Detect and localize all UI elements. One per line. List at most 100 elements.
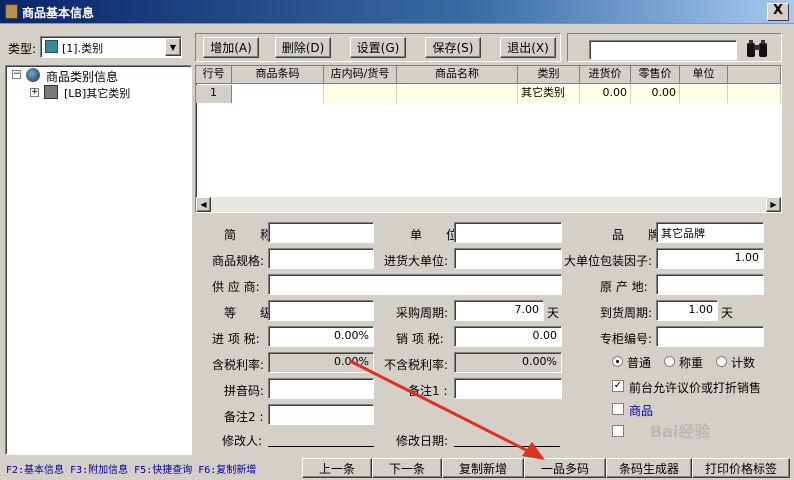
radio-normal[interactable] bbox=[612, 356, 623, 367]
grid-header-category[interactable]: 类别 bbox=[518, 66, 580, 84]
modifier-line bbox=[268, 446, 374, 447]
grid-cell-extra[interactable] bbox=[728, 85, 781, 103]
note1-input[interactable] bbox=[454, 378, 562, 399]
save-button[interactable]: 保存(S) bbox=[425, 37, 481, 58]
goods-flag-label[interactable]: 商品 bbox=[629, 402, 653, 419]
type-value: [1].类别 bbox=[62, 42, 104, 55]
grid-header-code[interactable]: 店内码/货号 bbox=[324, 66, 397, 84]
spec-label: 商品规格: bbox=[212, 254, 265, 268]
goods-flag-checkbox[interactable] bbox=[612, 403, 624, 415]
grid-header-name[interactable]: 商品名称 bbox=[397, 66, 518, 84]
grid-cell-sell[interactable]: 0.00 bbox=[631, 85, 680, 103]
pinyin-label: 拼音码: bbox=[224, 384, 265, 398]
binoculars-icon[interactable] bbox=[745, 39, 769, 59]
expand-icon[interactable]: + bbox=[30, 88, 39, 97]
grid-header-rowno[interactable]: 行号 bbox=[196, 66, 232, 84]
status-bar: F2:基本信息 F3:附加信息 F5:快捷查询 F6:复制新增 上一条 下一条 … bbox=[0, 456, 794, 480]
allow-discount-checkbox[interactable]: ✓ bbox=[612, 380, 624, 392]
scroll-left-icon[interactable]: ◀ bbox=[196, 197, 211, 212]
grid-cell-rowno[interactable]: 1 bbox=[196, 85, 232, 103]
purchase-cycle-input[interactable]: 7.00 bbox=[454, 300, 544, 321]
input-tax-input[interactable]: 0.00% bbox=[268, 326, 374, 347]
grid-cell-buy[interactable]: 0.00 bbox=[580, 85, 631, 103]
buy-big-unit-label: 进货大单位: bbox=[384, 254, 449, 268]
grid-cell-category[interactable]: 其它类别 bbox=[518, 85, 580, 103]
buy-big-unit-input[interactable] bbox=[454, 248, 562, 269]
radio-weight[interactable] bbox=[664, 356, 675, 367]
type-label: 类型: bbox=[8, 42, 37, 56]
output-tax-input[interactable]: 0.00 bbox=[454, 326, 562, 347]
shortcut-hints: F2:基本信息 F3:附加信息 F5:快捷查询 F6:复制新增 bbox=[6, 465, 257, 476]
exit-button[interactable]: 退出(X) bbox=[500, 37, 556, 58]
counter-no-label: 专柜编号: bbox=[600, 332, 653, 346]
pack-factor-label: 大单位包装因子: bbox=[564, 254, 653, 268]
arrival-cycle-input[interactable]: 1.00 bbox=[656, 300, 718, 321]
horizontal-scrollbar[interactable]: ◀ ▶ bbox=[196, 197, 781, 212]
next-button[interactable]: 下一条 bbox=[372, 458, 442, 478]
purchase-cycle-unit: 天 bbox=[547, 306, 560, 320]
delete-button[interactable]: 删除(D) bbox=[275, 37, 331, 58]
grid-cell-code[interactable] bbox=[324, 85, 397, 103]
notax-margin-field: 0.00% bbox=[454, 352, 562, 373]
radio-count-label[interactable]: 计数 bbox=[731, 354, 755, 371]
grid-header-extra bbox=[728, 66, 781, 84]
origin-input[interactable] bbox=[656, 274, 764, 295]
grid-header-unit[interactable]: 单位 bbox=[680, 66, 728, 84]
modified-date-line bbox=[454, 446, 560, 447]
grid-cell-barcode[interactable] bbox=[232, 85, 324, 103]
grid-header-sell[interactable]: 零售价 bbox=[631, 66, 680, 84]
grid-header-buy[interactable]: 进货价 bbox=[580, 66, 631, 84]
print-label-button[interactable]: 打印价格标签 bbox=[692, 458, 790, 478]
category-icon bbox=[45, 40, 58, 53]
counter-no-input[interactable] bbox=[656, 326, 764, 347]
extra-checkbox[interactable] bbox=[612, 425, 624, 437]
grade-input[interactable] bbox=[268, 300, 374, 321]
title-bar: 商品基本信息 bbox=[0, 0, 794, 24]
app-icon bbox=[5, 4, 18, 19]
settings-button[interactable]: 设置(G) bbox=[350, 37, 406, 58]
brand-input[interactable]: 其它品牌 bbox=[656, 222, 764, 243]
search-input[interactable] bbox=[589, 40, 737, 60]
chevron-down-icon[interactable]: ▼ bbox=[165, 38, 181, 56]
note2-input[interactable] bbox=[268, 404, 374, 425]
multi-code-button[interactable]: 一品多码 bbox=[524, 458, 606, 478]
copy-new-button[interactable]: 复制新增 bbox=[442, 458, 524, 478]
grid-header-barcode[interactable]: 商品条码 bbox=[232, 66, 324, 84]
type-select[interactable]: [1].类别 ▼ bbox=[40, 36, 182, 58]
notax-margin-label: 不含税利率: bbox=[384, 358, 449, 372]
allow-discount-label[interactable]: 前台允许议价或打折销售 bbox=[629, 379, 761, 396]
origin-label: 原 产 地: bbox=[600, 280, 648, 294]
arrival-cycle-label: 到货周期: bbox=[600, 306, 653, 320]
barcode-generator-button[interactable]: 条码生成器 bbox=[606, 458, 692, 478]
spec-input[interactable] bbox=[268, 248, 374, 269]
globe-icon bbox=[26, 68, 40, 82]
arrival-cycle-unit: 天 bbox=[721, 306, 734, 320]
input-tax-label: 进 项 税: bbox=[212, 332, 260, 346]
collapse-icon[interactable]: − bbox=[12, 70, 21, 79]
radio-weight-label[interactable]: 称重 bbox=[679, 354, 703, 371]
supplier-label: 供 应 商: bbox=[212, 280, 260, 294]
category-tree[interactable]: − 商品类别信息 + [LB]其它类别 bbox=[5, 65, 192, 455]
pack-factor-input[interactable]: 1.00 bbox=[656, 248, 764, 269]
unit-input[interactable] bbox=[454, 222, 562, 243]
prev-button[interactable]: 上一条 bbox=[302, 458, 372, 478]
grid-cell-name[interactable] bbox=[397, 85, 518, 103]
tree-root-label[interactable]: 商品类别信息 bbox=[46, 68, 118, 85]
pinyin-input[interactable] bbox=[268, 378, 374, 399]
tree-child-label[interactable]: [LB]其它类别 bbox=[64, 85, 130, 101]
supplier-input[interactable] bbox=[268, 274, 562, 295]
modified-date-label: 修改日期: bbox=[396, 434, 449, 448]
grid-cell-unit[interactable] bbox=[680, 85, 728, 103]
add-button[interactable]: 增加(A) bbox=[203, 37, 259, 58]
tax-margin-label: 含税利率: bbox=[212, 358, 265, 372]
folder-tree-icon bbox=[44, 85, 58, 99]
note2-label: 备注2 : bbox=[224, 410, 264, 424]
purchase-cycle-label: 采购周期: bbox=[396, 306, 449, 320]
radio-normal-label[interactable]: 普通 bbox=[627, 354, 651, 371]
close-button[interactable]: X bbox=[767, 3, 789, 21]
goods-grid[interactable]: 行号 商品条码 店内码/货号 商品名称 类别 进货价 零售价 单位 1 其它类别… bbox=[195, 65, 782, 213]
output-tax-label: 销 项 税: bbox=[396, 332, 444, 346]
scroll-right-icon[interactable]: ▶ bbox=[766, 197, 781, 212]
radio-count[interactable] bbox=[716, 356, 727, 367]
short-name-input[interactable] bbox=[268, 222, 374, 243]
